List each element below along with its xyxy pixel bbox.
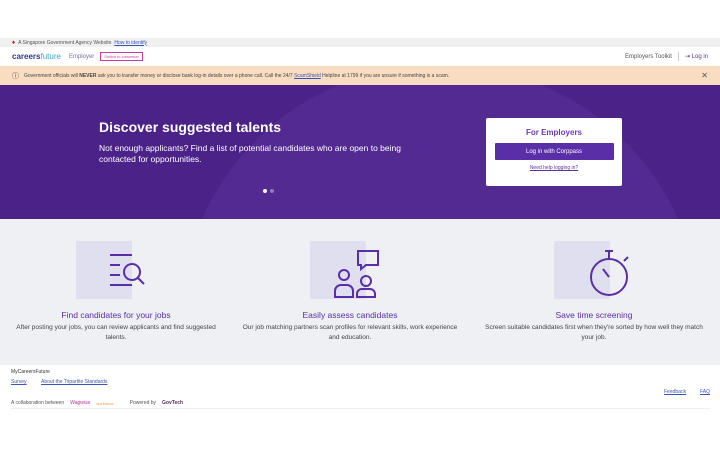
login-label: Log in — [691, 54, 708, 60]
footer-brand: MyCareersFuture — [11, 369, 50, 375]
survey-link[interactable]: Survey — [11, 379, 27, 385]
hero-text: Not enough applicants? Find a list of po… — [99, 143, 401, 164]
gov-banner: ♦ A Singapore Government Agency Website … — [0, 38, 720, 47]
login-link[interactable]: ⇥ Log in — [685, 53, 708, 60]
switch-jobseeker-button[interactable]: Switch to jobseeker — [100, 52, 143, 61]
carousel-dot[interactable] — [270, 189, 274, 193]
feature-title: Find candidates for your jobs — [61, 310, 171, 320]
how-to-identify-link[interactable]: How to identify — [114, 40, 147, 46]
card-title: For Employers — [525, 128, 582, 137]
features-section: Find candidates for your jobs After post… — [0, 219, 720, 365]
govtech-logo: GovTech — [162, 400, 184, 406]
alert-icon: ⓘ — [12, 72, 19, 80]
stopwatch-icon — [554, 241, 634, 299]
login-help-link[interactable]: Need help logging in? — [486, 165, 622, 171]
logo[interactable]: careersfuture — [12, 52, 61, 61]
carousel-dot[interactable] — [263, 189, 267, 193]
powered-by-text: Powered by — [129, 400, 157, 406]
feature-text: Screen suitable candidates first when th… — [485, 324, 703, 341]
scam-warning: ⓘ Government officials will NEVER ask yo… — [0, 66, 720, 85]
divider — [677, 52, 679, 61]
employers-toolkit-link[interactable]: Employers Toolkit — [625, 54, 672, 60]
search-list-icon — [76, 241, 156, 299]
collab-text: A collaboration between — [11, 400, 65, 406]
hero-title: Discover suggested talents — [99, 119, 282, 135]
navbar: careersfuture Employer Switch to jobseek… — [0, 47, 720, 66]
carousel-dots — [263, 189, 274, 193]
tripartite-link[interactable]: About the Tripartite Standards — [41, 379, 107, 385]
login-icon: ⇥ — [684, 54, 690, 60]
warning-text: Government officials will NEVER ask you … — [24, 72, 450, 79]
feature-title: Easily assess candidates — [302, 310, 398, 320]
close-icon[interactable]: ✕ — [701, 71, 708, 80]
feature-title: Save time screening — [555, 310, 633, 320]
scamshield-link[interactable]: ScamShield — [294, 73, 321, 79]
feature-save-time: Save time screening Screen suitable cand… — [484, 241, 704, 343]
people-chat-icon — [310, 241, 390, 299]
faq-link[interactable]: FAQ — [700, 389, 710, 395]
section-label: Employer — [68, 53, 95, 60]
feature-text: After posting your jobs, you can review … — [16, 324, 216, 341]
partner-logo-1: Wagwise — [70, 400, 91, 406]
hero-banner: Discover suggested talents Not enough ap… — [0, 85, 720, 219]
partner-logo-2: workforce — [96, 400, 114, 406]
feedback-link[interactable]: Feedback — [664, 389, 686, 395]
lion-icon: ♦ — [12, 39, 16, 46]
corppass-login-button[interactable]: Log in with Corppass — [494, 143, 614, 160]
feature-text: Our job matching partners scan profiles … — [242, 324, 458, 341]
employer-login-card: For Employers Log in with Corppass Need … — [486, 118, 622, 186]
footer: MyCareersFuture Survey About the Tripart… — [0, 365, 720, 410]
feature-assess: Easily assess candidates Our job matchin… — [240, 241, 460, 343]
divider — [10, 408, 710, 409]
gov-text: A Singapore Government Agency Website — [18, 39, 112, 46]
feature-find: Find candidates for your jobs After post… — [6, 241, 226, 343]
